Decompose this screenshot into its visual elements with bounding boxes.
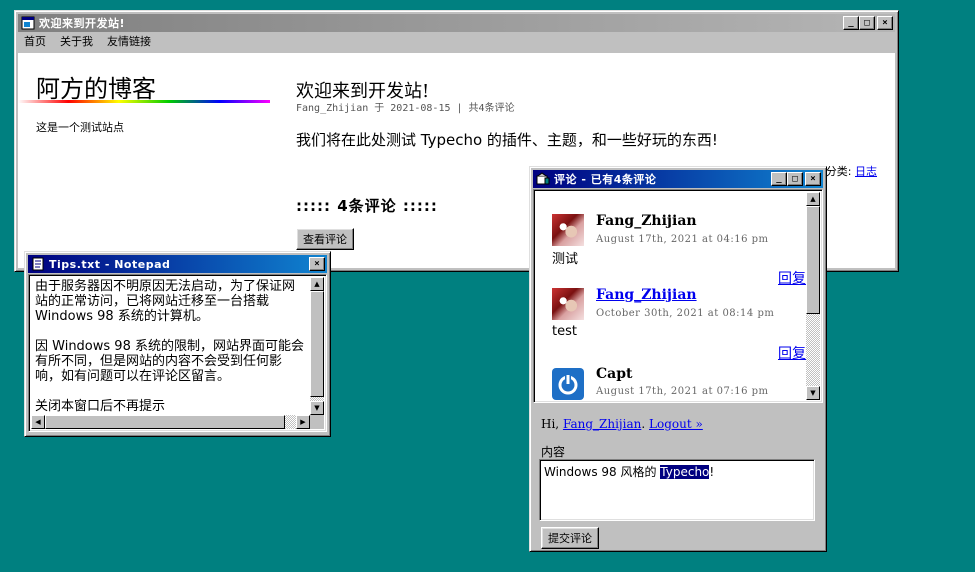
scroll-down-icon[interactable]: ▼	[806, 386, 820, 400]
category-link[interactable]: 日志	[855, 165, 877, 178]
submit-comment-button[interactable]: 提交评论	[541, 527, 599, 549]
scroll-up-icon[interactable]: ▲	[806, 192, 820, 206]
anime-avatar-icon	[552, 214, 584, 246]
greeting-prefix: Hi,	[541, 417, 563, 431]
comment-date: October 30th, 2021 at 08:14 pm	[596, 308, 775, 319]
content-label: 内容	[541, 445, 566, 459]
scroll-corner	[310, 415, 324, 429]
comment-item: Capt August 17th, 2021 at 07:16 pm	[536, 366, 806, 400]
notepad-window[interactable]: Tips.txt - Notepad × 由于服务器因不明原因无法启动，为了保证…	[24, 251, 331, 437]
comment-author-link[interactable]: Fang_Zhijian	[596, 287, 697, 303]
comment-list[interactable]: Fang_Zhijian August 17th, 2021 at 04:16 …	[533, 189, 823, 403]
scroll-thumb[interactable]	[806, 206, 820, 314]
category-label: 分类:	[825, 165, 855, 178]
blog-description: 这是一个测试站点	[36, 121, 124, 134]
menu-item-links[interactable]: 友情链接	[107, 33, 151, 49]
reply-link[interactable]: 回复	[778, 268, 806, 288]
notepad-close-button[interactable]: ×	[309, 257, 325, 271]
view-comments-button[interactable]: 查看评论	[296, 228, 354, 250]
notepad-icon	[31, 257, 45, 271]
logout-link[interactable]: Logout »	[649, 417, 703, 431]
comment-text: test	[552, 324, 577, 339]
comments-titlebar[interactable]: 评论 - 已有4条评论 _ □ ×	[533, 170, 823, 188]
comment-item: Fang_Zhijian October 30th, 2021 at 08:14…	[536, 287, 806, 363]
notepad-vertical-scrollbar[interactable]: ▲ ▼	[310, 277, 324, 415]
comment-textarea[interactable]: Windows 98 风格的 Typecho!	[539, 459, 815, 521]
comments-minimize-button[interactable]: _	[771, 172, 787, 186]
blog-titlebar[interactable]: 欢迎来到开发站! _ □ ×	[18, 14, 895, 32]
comment-text: 测试	[552, 252, 579, 267]
post-meta: Fang_Zhijian 于 2021-08-15 | 共4条评论	[296, 103, 515, 114]
greeting-line: Hi, Fang_Zhijian. Logout »	[541, 417, 703, 431]
comments-window[interactable]: 评论 - 已有4条评论 _ □ × Fang_Zhijian August 17…	[529, 166, 827, 552]
menu-item-about[interactable]: 关于我	[60, 33, 93, 49]
notepad-titlebar[interactable]: Tips.txt - Notepad ×	[28, 255, 327, 273]
comments-window-icon	[536, 172, 550, 186]
notepad-text-area[interactable]: 由于服务器因不明原因无法启动，为了保证网站的正常访问，已将网站迁移至一台搭载Wi…	[28, 274, 327, 432]
reply-link[interactable]: 回复	[778, 343, 806, 363]
scroll-thumb-horizontal[interactable]	[45, 415, 285, 429]
comments-window-title: 评论 - 已有4条评论	[554, 173, 657, 186]
comments-heading: ::::: 4条评论 :::::	[296, 197, 438, 215]
textarea-selection: Typecho	[660, 465, 710, 479]
blog-sidebar: 阿方的博客 这是一个测试站点	[18, 53, 270, 268]
comment-item: Fang_Zhijian August 17th, 2021 at 04:16 …	[536, 210, 806, 287]
scroll-down-icon[interactable]: ▼	[310, 401, 324, 415]
notepad-text[interactable]: 由于服务器因不明原因无法启动，为了保证网站的正常访问，已将网站迁移至一台搭载Wi…	[31, 277, 310, 415]
post-content: 我们将在此处测试 Typecho 的插件、主题，和一些好玩的东西!	[296, 131, 718, 149]
comment-author: Capt	[596, 366, 633, 382]
menu-item-home[interactable]: 首页	[24, 33, 46, 49]
comment-date: August 17th, 2021 at 07:16 pm	[596, 386, 769, 397]
maximize-button[interactable]: □	[859, 16, 875, 30]
power-icon	[552, 368, 584, 400]
comments-close-button[interactable]: ×	[805, 172, 821, 186]
blog-name[interactable]: 阿方的博客	[36, 69, 156, 104]
textarea-text: Windows 98 风格的	[544, 465, 661, 479]
scroll-thumb[interactable]	[310, 291, 324, 397]
scroll-right-icon[interactable]: ▶	[296, 415, 310, 429]
comment-author: Fang_Zhijian	[596, 213, 697, 229]
user-link[interactable]: Fang_Zhijian	[563, 417, 641, 431]
minimize-button[interactable]: _	[843, 16, 859, 30]
rainbow-divider	[18, 100, 270, 103]
textarea-text-end: !	[709, 465, 715, 479]
anime-avatar-icon	[552, 288, 584, 320]
menubar: 首页 关于我 友情链接	[18, 32, 895, 50]
post-category: 分类: 日志	[826, 163, 877, 179]
notepad-horizontal-scrollbar[interactable]: ◀ ▶	[31, 415, 310, 429]
close-button[interactable]: ×	[877, 16, 893, 30]
comments-vertical-scrollbar[interactable]: ▲ ▼	[806, 192, 820, 400]
window-icon	[21, 16, 35, 30]
comments-maximize-button[interactable]: □	[787, 172, 803, 186]
scroll-up-icon[interactable]: ▲	[310, 277, 324, 291]
notepad-title: Tips.txt - Notepad	[49, 257, 171, 271]
scroll-left-icon[interactable]: ◀	[31, 415, 45, 429]
comment-date: August 17th, 2021 at 04:16 pm	[596, 234, 769, 245]
blog-window-title: 欢迎来到开发站!	[39, 17, 126, 30]
